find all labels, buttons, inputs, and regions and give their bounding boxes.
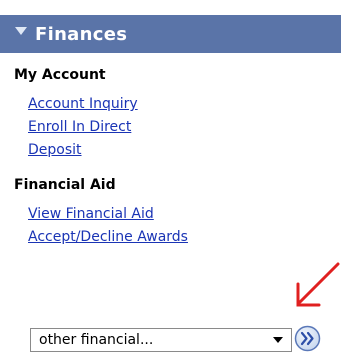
finances-header[interactable]: Finances (0, 15, 341, 53)
other-financial-select-value: other financial... (39, 332, 154, 348)
my-account-heading: My Account (14, 67, 106, 83)
accept-decline-awards-link[interactable]: Accept/Decline Awards (28, 229, 188, 245)
enroll-in-direct-link[interactable]: Enroll In Direct (28, 119, 131, 135)
finances-page: Finances My Account Account Inquiry Enro… (0, 0, 341, 358)
red-arrow-icon (296, 262, 340, 307)
financial-aid-heading: Financial Aid (14, 177, 116, 193)
view-financial-aid-link[interactable]: View Financial Aid (28, 206, 154, 222)
finances-title: Finances (35, 23, 128, 45)
collapse-triangle-icon[interactable] (15, 27, 27, 35)
deposit-link[interactable]: Deposit (28, 142, 82, 158)
account-inquiry-link[interactable]: Account Inquiry (28, 96, 138, 112)
other-financial-select[interactable]: other financial... (30, 328, 292, 352)
go-button[interactable] (294, 325, 321, 352)
chevron-down-icon[interactable] (273, 337, 283, 343)
